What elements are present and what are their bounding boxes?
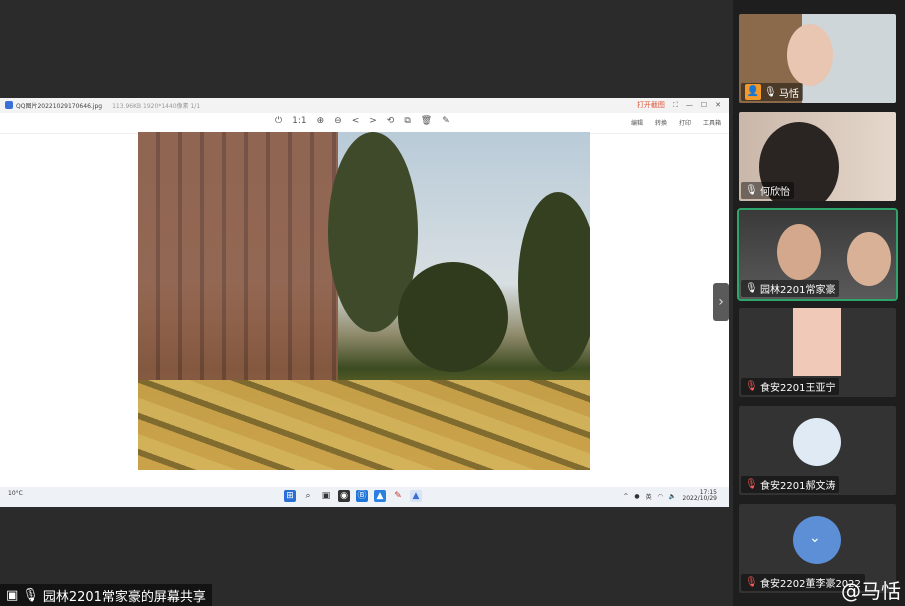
viewer-toolbar: ⏻ 1:1 ⊕ ⊖ < > ⟲ ⧉ 🗑 ✎ 编辑 转换 打印 工具箱 [0,113,729,134]
participant-name: 园林2201常家豪 [760,285,836,296]
convert-button[interactable]: 转换 [655,118,667,127]
participant-face [777,224,821,280]
rotate-left-button[interactable]: ⟲ [387,116,395,126]
photo-leaves [138,380,590,470]
weather-temp: 10°C [8,490,23,497]
chevron-up-icon[interactable]: ^ [623,493,628,500]
participant-name: 食安2201王亚宁 [760,383,836,394]
shared-screen: QQ图片20221029170646.jpg 113.96KB 1920*144… [0,98,729,507]
participant-label: 🎙 食安2201王亚宁 [741,378,840,395]
toolbox-button[interactable]: 工具箱 [703,118,721,127]
zoom-in-button[interactable]: ⊕ [317,116,325,126]
viewer-titlebar: QQ图片20221029170646.jpg 113.96KB 1920*144… [0,98,729,113]
app-icon[interactable]: Ⓑ [356,490,368,502]
wifi-icon[interactable]: ◠ [658,493,663,500]
chevron-down-icon[interactable]: ⌄ [809,530,821,546]
clock-date: 2022/10/29 [682,495,717,502]
minimize-icon[interactable]: — [686,101,693,109]
close-icon[interactable]: ✕ [715,101,721,109]
viewer-title: QQ图片20221029170646.jpg [16,103,103,110]
participant-tile-active[interactable]: 🎙 园林2201常家豪 [737,208,898,301]
participant-label: 🎙 食安2201郝文涛 [741,476,840,493]
lang-indicator[interactable]: 英 [646,492,652,501]
screen-share-text: 园林2201常家豪的屏幕共享 [42,589,206,605]
photo-tree [398,262,508,372]
actual-size-button[interactable]: 1:1 [292,116,306,126]
avatar [793,308,841,376]
participant-name: 何欣怡 [760,187,790,198]
participant-tile[interactable]: 🎙 何欣怡 [739,112,896,201]
avatar [793,418,841,466]
mic-muted-icon: 🎙 [745,577,758,588]
volume-icon[interactable]: 🔈 [669,493,676,500]
search-icon[interactable]: ⌕ [302,490,314,502]
viewer-logo-icon [5,101,13,109]
mic-icon: 🎙 [745,185,758,196]
delete-button[interactable]: 🗑 [421,116,432,126]
participant-label: 🎙 园林2201常家豪 [741,280,840,297]
participant-face [787,24,833,86]
photo-building [138,132,338,382]
open-screenshot-button[interactable]: 打开截图 [637,100,665,110]
app-icon[interactable]: ▲ [374,490,386,502]
app-icon[interactable]: ◉ [338,490,350,502]
participant-name: 食安2201郝文涛 [760,481,836,492]
screen-share-icon: ▣ [6,587,19,603]
mic-muted-icon: 🎙 [745,479,758,490]
copy-button[interactable]: ⧉ [404,116,410,126]
prev-button[interactable]: < [352,116,360,126]
collapse-panel-button[interactable]: › [713,283,729,321]
viewer-meta: 113.96KB 1920*1440像素 1/1 [112,103,201,110]
user-icon: 👤 [745,84,761,100]
participant-label: 🎙 何欣怡 [741,182,794,199]
participant-tile[interactable]: 👤 🎙 马恬 [739,14,896,103]
participant-label: 👤 🎙 马恬 [741,83,803,101]
edit-tool-button[interactable]: ✎ [442,116,450,126]
zoom-out-button[interactable]: ⊖ [334,116,342,126]
task-view-icon[interactable]: ▣ [320,490,332,502]
windows-taskbar: 10°C ⊞ ⌕ ▣ ◉ Ⓑ ▲ ✎ ▲ ^ ● 英 ◠ 🔈 17:15 202… [0,487,729,507]
mic-muted-icon: 🎙 [745,381,758,392]
mic-icon: 🎙 [745,283,758,294]
app-icon[interactable]: ✎ [392,490,404,502]
weather-widget[interactable]: 10°C [8,491,23,497]
participant-tile[interactable]: 🎙 食安2201王亚宁 [739,308,896,397]
watermark: @马恬 [841,579,901,603]
mic-icon: 🎙 [764,86,777,98]
fullscreen-icon[interactable]: ⛶ [673,101,678,110]
mic-icon: 🎙 [22,587,39,603]
print-button[interactable]: 打印 [679,118,691,127]
photo-viewer-icon[interactable]: ▲ [410,490,422,502]
maximize-icon[interactable]: ☐ [701,101,707,109]
clock[interactable]: 17:15 2022/10/29 [682,490,717,502]
participant-face [847,232,891,286]
participant-tile[interactable]: 🎙 食安2201郝文涛 [739,406,896,495]
tray-app-icon[interactable]: ● [634,493,639,500]
next-button[interactable]: > [369,116,377,126]
screen-share-label: ▣ 🎙 园林2201常家豪的屏幕共享 [0,584,212,606]
start-icon[interactable]: ⊞ [284,490,296,502]
photo-tree [518,192,590,372]
displayed-photo [138,132,590,470]
participant-name: 马恬 [779,88,799,100]
rotate-button[interactable]: ⏻ [275,116,282,126]
edit-button[interactable]: 编辑 [631,118,643,127]
